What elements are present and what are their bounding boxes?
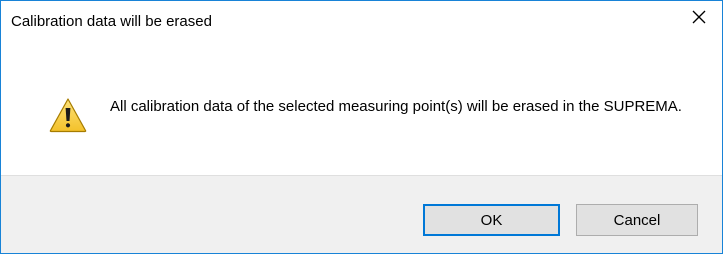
dialog-title: Calibration data will be erased [11, 13, 212, 30]
ok-button[interactable]: OK [423, 204, 560, 236]
button-bar: OK Cancel [1, 175, 722, 253]
cancel-button[interactable]: Cancel [576, 204, 698, 236]
title-bar: Calibration data will be erased [1, 1, 722, 32]
warning-icon [49, 98, 87, 133]
message-text: All calibration data of the selected mea… [110, 98, 682, 115]
dialog-window: Calibration data will be erased All cali… [0, 0, 723, 254]
dialog-content: All calibration data of the selected mea… [1, 32, 722, 169]
close-icon [692, 10, 706, 23]
close-button[interactable] [676, 1, 722, 32]
